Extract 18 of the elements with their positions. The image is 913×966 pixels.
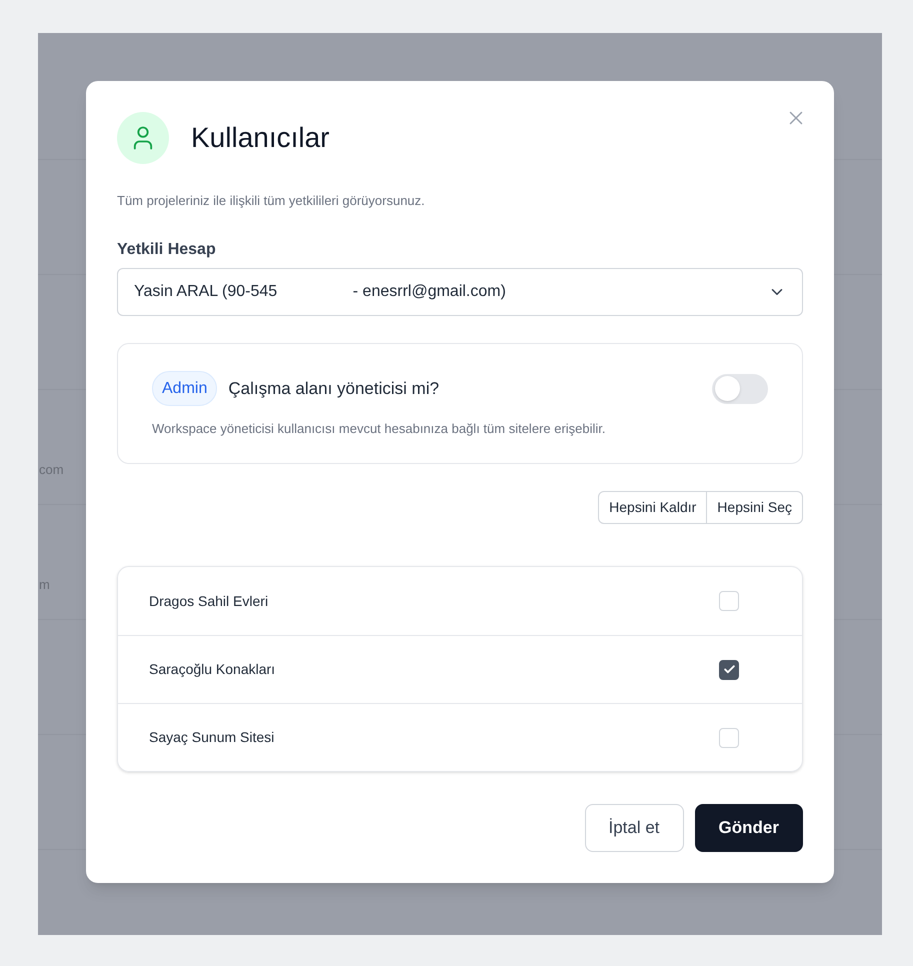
bulk-select-button[interactable]: Hepsini Seç <box>706 491 803 524</box>
admin-toggle[interactable] <box>712 374 768 404</box>
field-label: Yetkili Hesap <box>117 240 216 259</box>
site-checkbox[interactable] <box>719 660 739 680</box>
dialog-title: Kullanıcılar <box>191 121 330 155</box>
site-name: Sayaç Sunum Sitesi <box>149 728 274 747</box>
cancel-button[interactable]: İptal et <box>584 804 684 852</box>
user-icon <box>117 112 169 164</box>
admin-question: Çalışma alanı yöneticisi mi? <box>228 378 440 400</box>
account-select[interactable]: Yasin ARAL (90-545 - enesrrl@gmail.com) <box>117 268 803 316</box>
bulk-select-button[interactable]: Hepsini Kaldır <box>598 491 708 524</box>
admin-badge: Admin <box>152 371 218 406</box>
submit-button[interactable]: Gönder <box>694 804 803 852</box>
dialog-description: Tüm projeleriniz ile ilişkili tüm yetkilileri görüyorsunuz. <box>117 193 425 209</box>
site-name: Dragos Sahil Evleri <box>149 592 268 611</box>
site-name: Saraçoğlu Konakları <box>149 660 276 679</box>
admin-note: Workspace yöneticisi kullanıcısı mevcut hesabınıza bağlı tüm sitelere erişebilir. <box>152 421 606 437</box>
checkmark-icon <box>722 663 736 676</box>
